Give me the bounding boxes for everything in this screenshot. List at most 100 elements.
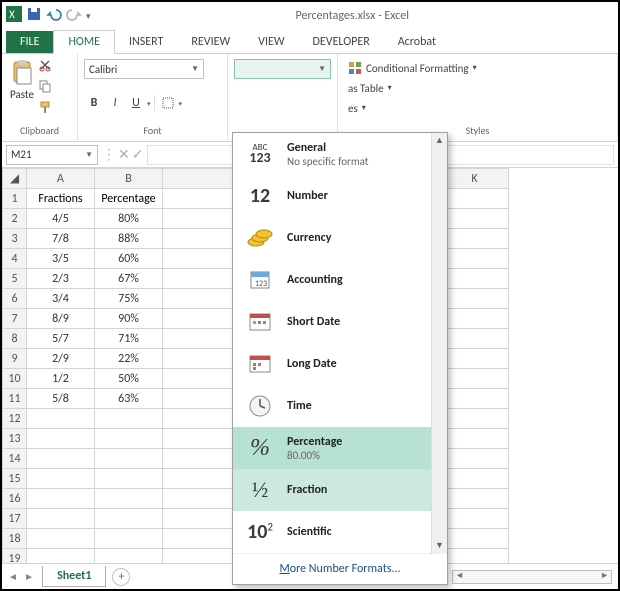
col-header-k[interactable]: K xyxy=(441,169,509,189)
row-header[interactable]: 1 xyxy=(3,189,27,209)
row-header[interactable]: 8 xyxy=(3,329,27,349)
row-header[interactable]: 16 xyxy=(3,489,27,509)
row-header[interactable]: 11 xyxy=(3,389,27,409)
vertical-handle-icon[interactable]: ⋮ xyxy=(102,146,116,163)
cell[interactable]: 8/9 xyxy=(27,309,95,329)
format-option-currency[interactable]: Currency xyxy=(233,217,447,259)
row-header[interactable]: 7 xyxy=(3,309,27,329)
cell[interactable]: 3/5 xyxy=(27,249,95,269)
undo-icon[interactable] xyxy=(46,6,62,26)
as-table-label: as Table xyxy=(348,82,384,95)
cell[interactable]: 2/9 xyxy=(27,349,95,369)
cell[interactable]: 88% xyxy=(95,229,163,249)
row-header[interactable]: 10 xyxy=(3,369,27,389)
horizontal-scrollbar[interactable] xyxy=(452,570,612,584)
cell[interactable]: Fractions xyxy=(27,189,95,209)
italic-button[interactable]: I xyxy=(105,93,125,113)
format-label: Time xyxy=(287,399,312,413)
row-header[interactable]: 12 xyxy=(3,409,27,429)
format-option-general[interactable]: ABC123 GeneralNo specific format xyxy=(233,133,447,175)
tab-developer[interactable]: DEVELOPER xyxy=(299,31,384,53)
tab-insert[interactable]: INSERT xyxy=(115,31,177,53)
row-header[interactable]: 18 xyxy=(3,529,27,549)
tab-view[interactable]: VIEW xyxy=(244,31,298,53)
cut-icon[interactable] xyxy=(38,58,52,76)
sheet-tab-active[interactable]: Sheet1 xyxy=(42,566,106,587)
general-icon: ABC123 xyxy=(243,139,277,169)
format-option-accounting[interactable]: 123 Accounting xyxy=(233,259,447,301)
number-format-combo[interactable]: ▼ xyxy=(234,59,331,79)
cell[interactable]: 71% xyxy=(95,329,163,349)
format-painter-icon[interactable] xyxy=(38,100,52,118)
cell[interactable]: 22% xyxy=(95,349,163,369)
more-number-formats-link[interactable]: More Number Formats... xyxy=(233,553,447,584)
cell[interactable]: 75% xyxy=(95,289,163,309)
cell[interactable]: 7/8 xyxy=(27,229,95,249)
cell[interactable]: 5/7 xyxy=(27,329,95,349)
format-option-time[interactable]: Time xyxy=(233,385,447,427)
add-sheet-button[interactable]: + xyxy=(112,568,130,586)
cell[interactable]: 50% xyxy=(95,369,163,389)
conditional-formatting-button[interactable]: Conditional Formatting▾ xyxy=(344,58,611,78)
underline-button[interactable]: U xyxy=(126,93,146,113)
group-number: ▼ xyxy=(228,54,338,141)
row-header[interactable]: 9 xyxy=(3,349,27,369)
scroll-down-icon[interactable]: ▼ xyxy=(432,538,447,554)
cell[interactable]: 2/3 xyxy=(27,269,95,289)
cell[interactable]: 4/5 xyxy=(27,209,95,229)
format-option-number[interactable]: 12 Number xyxy=(233,175,447,217)
group-styles: Conditional Formatting▾ as Table▾ es▾ St… xyxy=(338,54,618,141)
save-icon[interactable] xyxy=(26,6,42,26)
row-header[interactable]: 17 xyxy=(3,509,27,529)
format-option-fraction[interactable]: ½ Fraction xyxy=(233,469,447,511)
cell-styles-button[interactable]: es▾ xyxy=(344,98,611,118)
row-header[interactable]: 15 xyxy=(3,469,27,489)
row-header[interactable]: 14 xyxy=(3,449,27,469)
cell[interactable]: 67% xyxy=(95,269,163,289)
cell[interactable]: 3/4 xyxy=(27,289,95,309)
enter-icon[interactable]: ✓ xyxy=(132,146,144,163)
tab-home[interactable]: HOME xyxy=(53,30,115,54)
cell[interactable]: 80% xyxy=(95,209,163,229)
format-label: Scientific xyxy=(287,525,332,539)
name-box[interactable]: M21 ▼ xyxy=(6,145,98,165)
cell[interactable]: 60% xyxy=(95,249,163,269)
paste-button[interactable]: Paste xyxy=(8,56,36,101)
cell[interactable]: 5/8 xyxy=(27,389,95,409)
cell[interactable]: 1/2 xyxy=(27,369,95,389)
col-header-a[interactable]: A xyxy=(27,169,95,189)
format-as-table-button[interactable]: as Table▾ xyxy=(344,78,611,98)
row-header[interactable]: 5 xyxy=(3,269,27,289)
scroll-up-icon[interactable]: ▲ xyxy=(432,133,447,149)
format-option-percentage[interactable]: % Percentage80.00% xyxy=(233,427,447,469)
tab-acrobat[interactable]: Acrobat xyxy=(384,31,450,53)
excel-icon: X xyxy=(6,6,22,26)
format-option-scientific[interactable]: 102 Scientific xyxy=(233,511,447,553)
tab-review[interactable]: REVIEW xyxy=(177,31,244,53)
format-label: Fraction xyxy=(287,483,327,497)
font-name-combo[interactable]: Calibri ▼ xyxy=(84,59,204,79)
row-header[interactable]: 2 xyxy=(3,209,27,229)
cell[interactable]: Percentage xyxy=(95,189,163,209)
bold-button[interactable]: B xyxy=(84,93,104,113)
cancel-icon[interactable]: ✕ xyxy=(118,146,130,163)
tab-file[interactable]: FILE xyxy=(6,31,53,53)
sheet-nav-icons[interactable]: ◄ ► xyxy=(8,570,36,583)
row-header[interactable]: 19 xyxy=(3,549,27,564)
cell[interactable]: 63% xyxy=(95,389,163,409)
format-sublabel: No specific format xyxy=(287,155,368,168)
border-button[interactable] xyxy=(158,93,178,113)
format-option-long-date[interactable]: Long Date xyxy=(233,343,447,385)
row-header[interactable]: 6 xyxy=(3,289,27,309)
row-header[interactable]: 3 xyxy=(3,229,27,249)
redo-icon[interactable] xyxy=(66,6,82,26)
row-header[interactable]: 4 xyxy=(3,249,27,269)
col-header-b[interactable]: B xyxy=(95,169,163,189)
select-all-corner[interactable]: ◢ xyxy=(3,169,27,189)
row-header[interactable]: 13 xyxy=(3,429,27,449)
copy-icon[interactable] xyxy=(38,79,52,97)
long-date-icon xyxy=(243,349,277,379)
cell[interactable]: 90% xyxy=(95,309,163,329)
format-option-short-date[interactable]: Short Date xyxy=(233,301,447,343)
popup-scrollbar[interactable]: ▲ ▼ xyxy=(431,133,447,554)
